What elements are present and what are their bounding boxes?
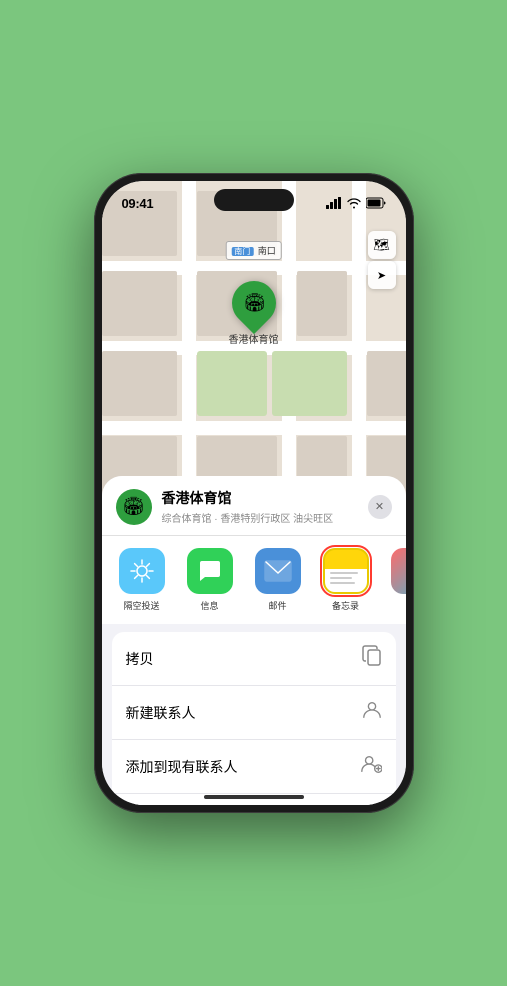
road-v1 — [182, 181, 196, 501]
location-button[interactable]: ➤ — [368, 261, 396, 289]
road-v2 — [282, 181, 296, 501]
person-add-icon — [360, 753, 382, 780]
mail-icon — [255, 548, 301, 594]
bottom-sheet: 🏟 香港体育馆 综合体育馆 · 香港特别行政区 油尖旺区 ✕ — [102, 476, 406, 805]
notes-icon — [323, 548, 369, 594]
marker-icon: 🏟 — [242, 293, 265, 314]
messages-icon — [187, 548, 233, 594]
action-copy[interactable]: 拷贝 — [112, 632, 396, 686]
mail-label: 邮件 — [268, 599, 286, 612]
share-item-airdrop[interactable]: 隔空投送 — [112, 548, 172, 612]
notes-label: 备忘录 — [332, 599, 359, 612]
person-icon — [362, 699, 382, 726]
location-marker: 🏟 香港体育馆 — [229, 281, 279, 346]
block2 — [297, 271, 347, 336]
signal-icon — [326, 197, 342, 209]
block9 — [367, 351, 406, 416]
block6 — [102, 271, 177, 336]
venue-icon: 🏟 — [116, 489, 152, 525]
block3 — [197, 351, 267, 416]
phone-frame: 09:41 — [94, 173, 414, 813]
dynamic-island — [214, 189, 294, 211]
action-add-existing[interactable]: 添加到现有联系人 — [112, 740, 396, 794]
copy-icon — [362, 645, 382, 672]
airdrop-label: 隔空投送 — [123, 599, 159, 612]
action-add-existing-label: 添加到现有联系人 — [126, 757, 238, 777]
close-button[interactable]: ✕ — [368, 495, 392, 519]
map-controls[interactable]: 🗺 ➤ — [368, 231, 396, 289]
messages-label: 信息 — [200, 599, 218, 612]
action-new-contact-label: 新建联系人 — [126, 703, 196, 723]
share-item-messages[interactable]: 信息 — [180, 548, 240, 612]
share-row: 隔空投送 信息 — [102, 535, 406, 624]
share-item-more[interactable]: 推 — [384, 548, 406, 612]
road-v3 — [352, 181, 366, 501]
more-icon — [391, 548, 406, 594]
battery-icon — [366, 197, 386, 209]
action-copy-label: 拷贝 — [126, 649, 154, 669]
action-new-contact[interactable]: 新建联系人 — [112, 686, 396, 740]
status-icons — [326, 197, 386, 209]
block8 — [272, 351, 347, 416]
wifi-icon — [347, 198, 361, 209]
venue-name: 香港体育馆 — [162, 488, 358, 508]
block7 — [102, 351, 177, 416]
status-time: 09:41 — [122, 196, 154, 211]
share-item-notes[interactable]: 备忘录 — [316, 548, 376, 612]
map-label-south: 南门 南口 — [225, 241, 282, 260]
marker-pin: 🏟 — [222, 272, 284, 334]
action-list: 拷贝 新建联系人 — [112, 632, 396, 805]
venue-info: 香港体育馆 综合体育馆 · 香港特别行政区 油尖旺区 — [162, 488, 358, 525]
map-type-button[interactable]: 🗺 — [368, 231, 396, 259]
phone-screen: 09:41 — [102, 181, 406, 805]
home-indicator — [204, 795, 304, 799]
share-item-mail[interactable]: 邮件 — [248, 548, 308, 612]
venue-header: 🏟 香港体育馆 综合体育馆 · 香港特别行政区 油尖旺区 ✕ — [102, 476, 406, 535]
map-area: 南门 南口 🗺 ➤ 🏟 香港体育馆 — [102, 181, 406, 501]
venue-description: 综合体育馆 · 香港特别行政区 油尖旺区 — [162, 510, 358, 525]
airdrop-icon — [119, 548, 165, 594]
map-background: 南门 南口 🗺 ➤ 🏟 香港体育馆 — [102, 181, 406, 501]
